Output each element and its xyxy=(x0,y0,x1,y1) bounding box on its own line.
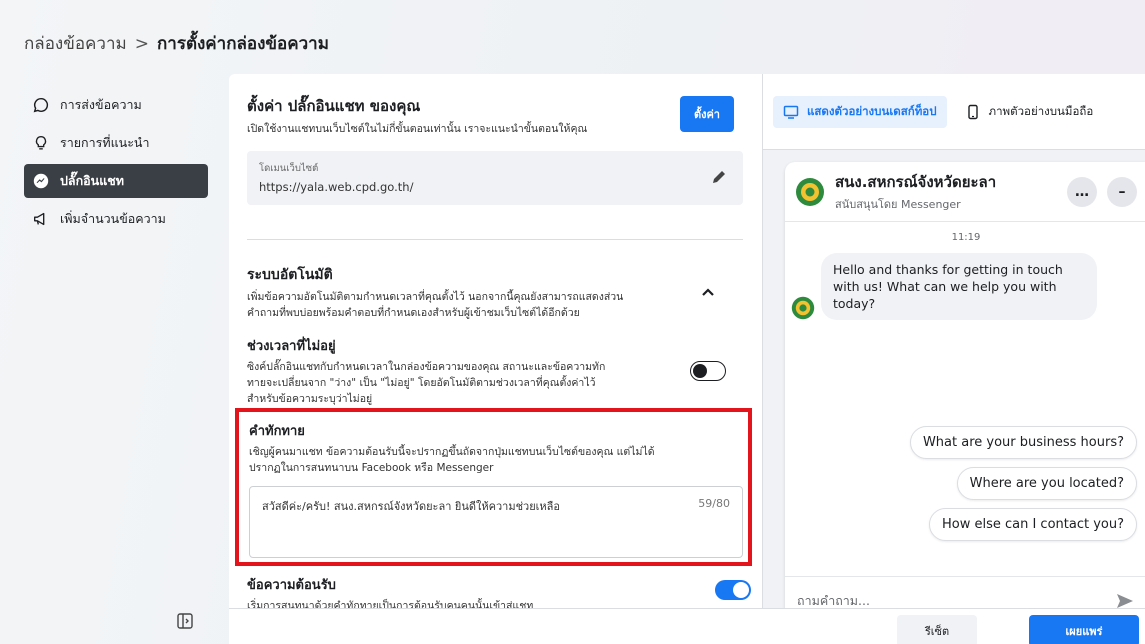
breadcrumb-separator: > xyxy=(134,33,149,54)
reset-button[interactable]: รีเซ็ต xyxy=(897,615,977,644)
chat-preview-window: สนง.สหกรณ์จังหวัดยะลา สนับสนุนโดย Messen… xyxy=(785,162,1145,624)
megaphone-icon xyxy=(34,212,45,226)
greeting-char-count: 59/80 xyxy=(698,497,730,510)
edit-pencil-icon[interactable] xyxy=(711,169,727,185)
welcome-section: ข้อความต้อนรับ เริ่มการสนทนาด้วยคำทักทาย… xyxy=(247,574,751,608)
sidebar: การส่งข้อความ รายการที่แนะนำ ปลั๊กอินแชท… xyxy=(24,88,208,240)
quick-reply-button[interactable]: Where are you located? xyxy=(956,467,1137,500)
sidebar-item-label: การส่งข้อความ xyxy=(60,97,142,112)
breadcrumb-parent[interactable]: กล่องข้อความ xyxy=(24,30,127,57)
sidebar-item-label: เพิ่มจำนวนข้อความ xyxy=(60,211,166,226)
publish-button[interactable]: เผยแพร่ xyxy=(1029,615,1139,644)
quick-reply-button[interactable]: What are your business hours? xyxy=(909,426,1137,459)
preview-panel: แสดงตัวอย่างบนเดสก์ท็อป ภาพตัวอย่างบนมือ… xyxy=(762,74,1145,624)
automation-section: ระบบอัตโนมัติ เพิ่มข้อความอัตโนมัติตามกำ… xyxy=(247,264,744,321)
preview-tabs: แสดงตัวอย่างบนเดสก์ท็อป ภาพตัวอย่างบนมือ… xyxy=(763,74,1145,150)
sidebar-item-boost-messages[interactable]: เพิ่มจำนวนข้อความ xyxy=(24,202,208,236)
domain-value: https://yala.web.cpd.go.th/ xyxy=(259,180,414,194)
lightbulb-icon xyxy=(35,136,47,150)
settings-panel: ตั้งค่า ปลั๊กอินแชท ของคุณ เปิดใช้งานแชท… xyxy=(229,74,762,608)
collapse-sidebar-icon[interactable] xyxy=(176,612,194,630)
quick-reply-button[interactable]: How else can I contact you? xyxy=(928,508,1137,541)
desktop-icon xyxy=(783,105,799,119)
chat-icon xyxy=(33,97,49,113)
sidebar-item-label: รายการที่แนะนำ xyxy=(60,135,150,150)
tab-label: แสดงตัวอย่างบนเดสก์ท็อป xyxy=(807,104,937,118)
welcome-title: ข้อความต้อนรับ xyxy=(247,578,336,593)
divider xyxy=(247,239,743,240)
page-logo-icon xyxy=(796,177,824,206)
tab-label: ภาพตัวอย่างบนมือถือ xyxy=(988,104,1094,118)
quick-replies: What are your business hours? Where are … xyxy=(909,426,1137,541)
more-options-button[interactable]: … xyxy=(1067,176,1097,207)
greeting-description-line: ปรากฏในการสนทนาบน Facebook หรือ Messenge… xyxy=(249,462,494,474)
toggle-knob xyxy=(693,363,707,378)
automation-description-line: คำถามที่พบบ่อยพร้อมคำตอบที่กำหนดเองสำหรั… xyxy=(247,307,580,319)
message-bubble: Hello and thanks for getting in touch wi… xyxy=(821,253,1097,320)
greeting-description-line: เชิญผู้คนมาแชท ข้อความต้อนรับนี้จะปรากฏข… xyxy=(249,446,655,458)
automation-title: ระบบอัตโนมัติ xyxy=(247,267,333,283)
page-avatar-icon xyxy=(791,296,815,320)
away-description-line: สำหรับข้อความระบุว่าไม่อยู่ xyxy=(247,393,373,405)
sidebar-item-recommended[interactable]: รายการที่แนะนำ xyxy=(24,126,208,160)
toggle-knob xyxy=(733,582,749,598)
automation-description-line: เพิ่มข้อความอัตโนมัติตามกำหนดเวลาที่คุณต… xyxy=(247,291,624,303)
away-toggle[interactable] xyxy=(690,361,726,381)
mobile-icon xyxy=(967,104,978,120)
message-row: Hello and thanks for getting in touch wi… xyxy=(791,253,1145,320)
greeting-title: คำทักทาย xyxy=(249,424,305,439)
breadcrumb: กล่องข้อความ > การตั้งค่ากล่องข้อความ xyxy=(24,30,329,57)
supported-by-text: สนับสนุนโดย Messenger xyxy=(835,198,961,211)
greeting-section: คำทักทาย เชิญผู้คนมาแชท ข้อความต้อนรับนี… xyxy=(235,408,752,566)
greeting-text: สวัสดีค่ะ/ครับ! สนง.สหกรณ์จังหวัดยะลา ยิ… xyxy=(262,500,561,513)
sidebar-item-label: ปลั๊กอินแชท xyxy=(60,173,124,188)
tab-desktop-preview[interactable]: แสดงตัวอย่างบนเดสก์ท็อป xyxy=(773,96,947,128)
plugin-title: ตั้งค่า ปลั๊กอินแชท ของคุณ xyxy=(247,97,421,115)
footer-bar: รีเซ็ต เผยแพร่ xyxy=(229,608,1145,644)
page-title: การตั้งค่ากล่องข้อความ xyxy=(156,34,329,54)
minimize-button[interactable]: – xyxy=(1107,176,1137,207)
message-timestamp: 11:19 xyxy=(951,232,981,243)
away-title: ช่วงเวลาที่ไม่อยู่ xyxy=(247,339,336,354)
sidebar-item-chat-plugin[interactable]: ปลั๊กอินแชท xyxy=(24,164,208,198)
welcome-description: เริ่มการสนทนาด้วยคำทักทายเป็นการต้อนรับค… xyxy=(247,600,534,608)
away-description-line: ทายจะเปลี่ยนจาก "ว่าง" เป็น "ไม่อยู่" โด… xyxy=(247,377,596,389)
away-description-line: ซิงค์ปลั๊กอินแชทกับกำหนดเวลาในกล่องข้อคว… xyxy=(247,361,606,373)
chevron-up-icon[interactable] xyxy=(700,284,716,300)
away-section: ช่วงเวลาที่ไม่อยู่ ซิงค์ปลั๊กอินแชทกับกำ… xyxy=(247,335,744,407)
page-name: สนง.สหกรณ์จังหวัดยะลา xyxy=(835,173,997,191)
sidebar-item-messaging[interactable]: การส่งข้อความ xyxy=(24,88,208,122)
plugin-description: เปิดใช้งานแชทบนเว็บไซต์ในไม่กี่ขั้นตอนเท… xyxy=(247,123,588,135)
tab-mobile-preview[interactable]: ภาพตัวอย่างบนมือถือ xyxy=(955,96,1104,128)
welcome-toggle[interactable] xyxy=(715,580,751,600)
chat-header: สนง.สหกรณ์จังหวัดยะลา สนับสนุนโดย Messen… xyxy=(785,162,1145,222)
messenger-icon xyxy=(33,173,49,189)
greeting-text-input[interactable]: สวัสดีค่ะ/ครับ! สนง.สหกรณ์จังหวัดยะลา ยิ… xyxy=(249,486,743,558)
domain-label: โดเมนเว็บไซต์ xyxy=(259,163,319,174)
setup-button[interactable]: ตั้งค่า xyxy=(679,96,734,132)
domain-field: โดเมนเว็บไซต์ https://yala.web.cpd.go.th… xyxy=(247,151,743,205)
